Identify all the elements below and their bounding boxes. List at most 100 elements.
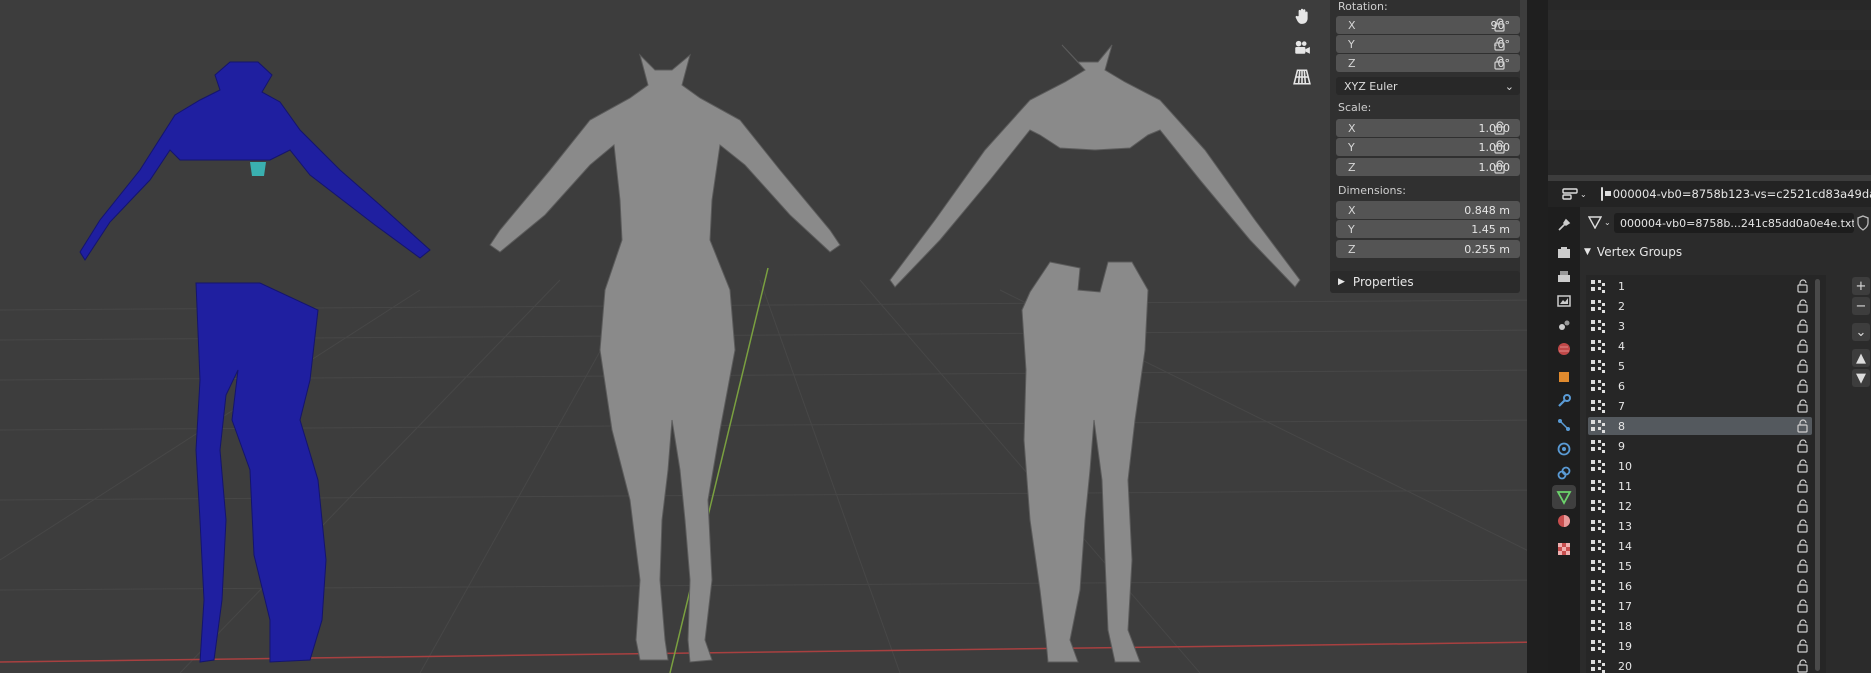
lock-icon[interactable]	[1796, 459, 1810, 473]
particles-tab-icon[interactable]	[1552, 413, 1576, 437]
tool-tab-icon[interactable]	[1552, 213, 1576, 237]
vertex-group-row[interactable]: 9	[1588, 437, 1812, 455]
vertex-group-name: 3	[1618, 319, 1625, 333]
lock-icon[interactable]	[1796, 379, 1810, 393]
lock-icon[interactable]	[1796, 639, 1810, 653]
list-scrollbar[interactable]	[1815, 279, 1820, 671]
lock-icon[interactable]	[1493, 18, 1509, 34]
vertex-group-icon	[1590, 458, 1606, 474]
properties-subpanel-label: Properties	[1352, 275, 1414, 289]
scene-tab-icon[interactable]	[1552, 313, 1576, 337]
vertex-group-row[interactable]: 3	[1588, 317, 1812, 335]
lock-icon[interactable]	[1796, 519, 1810, 533]
3d-viewport[interactable]	[0, 0, 1547, 673]
grid-icon[interactable]	[1288, 63, 1316, 91]
vertex-group-name: 19	[1618, 639, 1632, 653]
lock-icon[interactable]	[1796, 399, 1810, 413]
mesh-data-icon[interactable]: ⌄	[1588, 215, 1611, 229]
lock-icon[interactable]	[1796, 619, 1810, 633]
lock-icon[interactable]	[1796, 599, 1810, 613]
object-name-label: 000004-vb0=8758b123-vs=c2521cd83a49dal	[1612, 187, 1871, 201]
constraints-tab-icon[interactable]	[1552, 461, 1576, 485]
dimensions-y-field[interactable]: Y 1.45 m	[1336, 220, 1520, 238]
dimensions-z-field[interactable]: Z 0.255 m	[1336, 240, 1520, 258]
vertex-group-name: 2	[1618, 299, 1625, 313]
rotation-label: Rotation:	[1338, 0, 1388, 13]
lock-icon[interactable]	[1796, 479, 1810, 493]
rotation-mode-select[interactable]: XYZ Euler ⌄	[1336, 77, 1520, 95]
vertex-group-row[interactable]: 2	[1588, 297, 1812, 315]
lock-icon[interactable]	[1796, 339, 1810, 353]
mesh-name-field[interactable]: 000004-vb0=8758b...241c85dd0a0e4e.txt	[1614, 213, 1854, 233]
properties-subpanel-header[interactable]: ▶ Properties	[1330, 271, 1520, 293]
lock-icon[interactable]	[1796, 319, 1810, 333]
lock-icon[interactable]	[1493, 37, 1509, 53]
vertex-group-row[interactable]: 18	[1588, 617, 1812, 635]
lock-icon[interactable]	[1493, 160, 1509, 176]
lock-icon[interactable]	[1796, 579, 1810, 593]
lock-icon[interactable]	[1796, 539, 1810, 553]
pan-hand-icon[interactable]	[1288, 2, 1316, 30]
lock-icon[interactable]	[1796, 279, 1810, 293]
fake-user-shield-icon[interactable]	[1856, 215, 1870, 234]
view-layer-tab-icon[interactable]	[1552, 289, 1576, 313]
lock-icon[interactable]	[1796, 359, 1810, 373]
vertex-group-row[interactable]: 20	[1588, 657, 1812, 673]
vertex-group-row[interactable]: 12	[1588, 497, 1812, 515]
vertex-group-row[interactable]: 5	[1588, 357, 1812, 375]
pin-object-icon[interactable]	[1600, 187, 1611, 201]
lock-icon[interactable]	[1493, 140, 1509, 156]
vertex-group-name: 17	[1618, 599, 1632, 613]
vertex-group-icon	[1590, 478, 1606, 494]
vertex-group-name: 20	[1618, 659, 1632, 673]
vertex-group-name: 16	[1618, 579, 1632, 593]
vertex-groups-panel-header[interactable]: ▼ Vertex Groups	[1584, 245, 1682, 259]
vertex-group-name: 13	[1618, 519, 1632, 533]
specials-menu-button[interactable]: ⌄	[1852, 323, 1870, 341]
editor-type-icon[interactable]: ⌄	[1562, 187, 1587, 201]
vertex-group-row[interactable]: 7	[1588, 397, 1812, 415]
vertex-group-list[interactable]: 1 2 3 4 5 6 7 8 9 10 11 12 13 14 15 16 17 18 19 20	[1586, 275, 1826, 673]
remove-group-button[interactable]: −	[1852, 297, 1870, 315]
lock-icon[interactable]	[1493, 121, 1509, 137]
camera-icon[interactable]	[1288, 33, 1316, 61]
lock-icon[interactable]	[1796, 439, 1810, 453]
vertex-group-row[interactable]: 13	[1588, 517, 1812, 535]
render-tab-icon[interactable]	[1552, 241, 1576, 265]
vertex-group-name: 9	[1618, 439, 1625, 453]
move-up-button[interactable]: ▲	[1852, 349, 1870, 367]
vertex-group-row[interactable]: 17	[1588, 597, 1812, 615]
vertex-group-row[interactable]: 16	[1588, 577, 1812, 595]
lock-icon[interactable]	[1796, 499, 1810, 513]
vertex-group-row[interactable]: 8	[1588, 417, 1812, 435]
area-divider[interactable]	[1527, 0, 1548, 673]
outliner-area[interactable]	[1548, 0, 1871, 175]
material-tab-icon[interactable]	[1552, 509, 1576, 533]
vertex-group-name: 1	[1618, 279, 1625, 293]
lock-icon[interactable]	[1796, 419, 1810, 433]
lock-icon[interactable]	[1796, 559, 1810, 573]
physics-tab-icon[interactable]	[1552, 437, 1576, 461]
texture-tab-icon[interactable]	[1552, 537, 1576, 561]
output-tab-icon[interactable]	[1552, 265, 1576, 289]
mesh-data-tab-icon[interactable]	[1552, 485, 1576, 509]
vertex-group-row[interactable]: 10	[1588, 457, 1812, 475]
vertex-group-row[interactable]: 4	[1588, 337, 1812, 355]
lock-icon[interactable]	[1796, 659, 1810, 673]
lock-icon[interactable]	[1796, 299, 1810, 313]
object-tab-icon[interactable]	[1552, 365, 1576, 389]
move-down-button[interactable]: ▼	[1852, 369, 1870, 387]
modifier-tab-icon[interactable]	[1552, 389, 1576, 413]
lock-icon[interactable]	[1493, 56, 1509, 72]
vertex-group-row[interactable]: 19	[1588, 637, 1812, 655]
vertex-group-row[interactable]: 11	[1588, 477, 1812, 495]
add-group-button[interactable]: +	[1852, 277, 1870, 295]
vertex-group-row[interactable]: 6	[1588, 377, 1812, 395]
world-tab-icon[interactable]	[1552, 337, 1576, 361]
vertex-group-row[interactable]: 1	[1588, 277, 1812, 295]
chevron-down-icon: ⌄	[1504, 79, 1514, 93]
dimensions-label: Dimensions:	[1338, 184, 1406, 197]
dimensions-x-field[interactable]: X 0.848 m	[1336, 201, 1520, 219]
vertex-group-row[interactable]: 15	[1588, 557, 1812, 575]
vertex-group-row[interactable]: 14	[1588, 537, 1812, 555]
